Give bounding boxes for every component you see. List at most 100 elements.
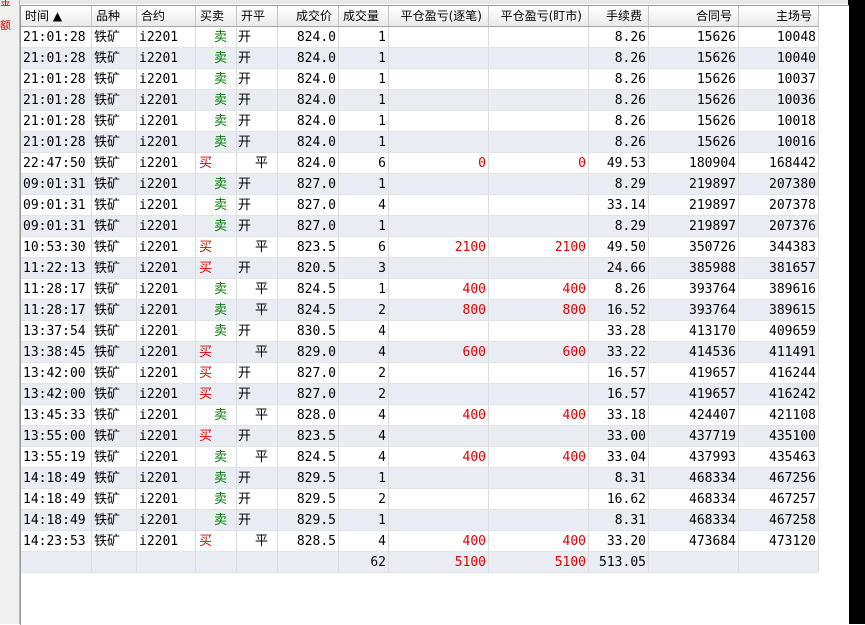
column-header-pnl-trade[interactable]: 平仓盈亏(逐笔): [389, 6, 489, 27]
column-header-contract[interactable]: 合约: [137, 6, 196, 27]
cell-time: 11:28:17: [21, 279, 92, 300]
cell-fee: 8.26: [589, 111, 649, 132]
cell-pnl-mark: 5100: [489, 552, 589, 573]
cell-qty: 2: [339, 363, 389, 384]
table-row[interactable]: 21:01:28 铁矿 i2201 卖开 824.0 1 8.26 15626 10037: [21, 69, 819, 90]
table-row[interactable]: 10:53:30 铁矿 i2201 买平 823.5 6 2100 2100 49.50 3507…: [21, 237, 819, 258]
cell-price: 829.5: [278, 489, 339, 510]
table-row[interactable]: 22:47:50 铁矿 i2201 买平 824.0 6 0 0 49.53 180904 1684…: [21, 153, 819, 174]
cell-pnl-trade: [389, 48, 489, 69]
chart-panel-edge: [848, 0, 865, 624]
table-row[interactable]: 11:22:13 铁矿 i2201 买开 820.5 3 24.66 385988 381657: [21, 258, 819, 279]
cell-fee: 16.62: [589, 489, 649, 510]
table-row[interactable]: 13:37:54 铁矿 i2201 卖开 830.5 4 33.28 413170 409659: [21, 321, 819, 342]
cell-pnl-mark: [489, 258, 589, 279]
cell-variety: 铁矿: [92, 153, 137, 174]
column-header-fee[interactable]: 手续费: [589, 6, 649, 27]
column-header-bs[interactable]: 买卖: [196, 6, 237, 27]
cell-qty: 6: [339, 153, 389, 174]
cell-venue-no: 10048: [739, 27, 819, 48]
cell-pnl-mark: 600: [489, 342, 589, 363]
table-row[interactable]: 14:18:49 铁矿 i2201 卖开 829.5 1 8.31 468334 467258: [21, 510, 819, 531]
column-header-variety[interactable]: 品种: [92, 6, 137, 27]
column-header-qty[interactable]: 成交量: [339, 6, 389, 27]
cell-variety: 铁矿: [92, 510, 137, 531]
table-row[interactable]: 13:45:33 铁矿 i2201 卖平 828.0 4 400 400 33.18 424407…: [21, 405, 819, 426]
cell-pnl-trade: [389, 90, 489, 111]
cell-oc: 开: [237, 510, 278, 531]
table-row[interactable]: 13:38:45 铁矿 i2201 买平 829.0 4 600 600 33.22 414536…: [21, 342, 819, 363]
cell-bs: 卖: [196, 48, 237, 69]
cell-pnl-mark: [489, 48, 589, 69]
column-header-venue-no[interactable]: 主场号: [739, 6, 819, 27]
table-row[interactable]: 14:18:49 铁矿 i2201 卖开 829.5 1 8.31 468334 467256: [21, 468, 819, 489]
cell-time: 14:23:53: [21, 531, 92, 552]
table-row[interactable]: 21:01:28 铁矿 i2201 卖开 824.0 1 8.26 15626 10040: [21, 48, 819, 69]
cell-time: 13:55:19: [21, 447, 92, 468]
cell-time: 11:28:17: [21, 300, 92, 321]
cell-pnl-mark: [489, 216, 589, 237]
cell-order-no: 437719: [649, 426, 739, 447]
table-row[interactable]: 14:23:53 铁矿 i2201 买平 828.5 4 400 400 33.20 473684…: [21, 531, 819, 552]
column-header-order-no[interactable]: 合同号: [649, 6, 739, 27]
table-body[interactable]: 21:01:28 铁矿 i2201 卖开 824.0 1 8.26 15626 10048 21:…: [21, 27, 819, 573]
column-header-time[interactable]: 时间 ▲: [21, 6, 92, 27]
cell-contract: i2201: [137, 27, 196, 48]
cell-bs: 买: [196, 426, 237, 447]
cell-order-no: 15626: [649, 132, 739, 153]
table-row[interactable]: 09:01:31 铁矿 i2201 卖开 827.0 1 8.29 219897 207376: [21, 216, 819, 237]
cell-contract: i2201: [137, 300, 196, 321]
left-panel-char: 额: [0, 19, 11, 32]
cell-qty: 62: [339, 552, 389, 573]
column-header-price[interactable]: 成交价: [278, 6, 339, 27]
cell-oc: 平: [237, 405, 278, 426]
cell-time: 14:18:49: [21, 468, 92, 489]
cell-pnl-trade: [389, 69, 489, 90]
cell-contract: i2201: [137, 258, 196, 279]
column-header-oc[interactable]: 开平: [237, 6, 278, 27]
table-row[interactable]: 11:28:17 铁矿 i2201 卖平 824.5 2 800 800 16.52 393764…: [21, 300, 819, 321]
totals-row[interactable]: 62 5100 5100 513.05: [21, 552, 819, 573]
table-row[interactable]: 21:01:28 铁矿 i2201 卖开 824.0 1 8.26 15626 10048: [21, 27, 819, 48]
cell-bs: 卖: [196, 69, 237, 90]
cell-oc: 平: [237, 531, 278, 552]
cell-qty: 1: [339, 69, 389, 90]
cell-oc: 开: [237, 468, 278, 489]
cell-pnl-trade: 400: [389, 405, 489, 426]
cell-fee: 16.57: [589, 384, 649, 405]
cell-oc: 开: [237, 258, 278, 279]
cell-contract: i2201: [137, 69, 196, 90]
column-header-pnl-mark[interactable]: 平仓盈亏(盯市): [489, 6, 589, 27]
cell-contract: i2201: [137, 531, 196, 552]
cell-variety: 铁矿: [92, 342, 137, 363]
cell-contract: i2201: [137, 111, 196, 132]
cell-qty: 2: [339, 489, 389, 510]
trade-records-table[interactable]: 时间 ▲ 品种 合约 买卖 开平 成交价 成交量 平仓盈亏(逐笔) 平仓盈亏(盯市) 手续费 合同号…: [20, 5, 849, 625]
cell-fee: 33.28: [589, 321, 649, 342]
table-row[interactable]: 13:42:00 铁矿 i2201 买开 827.0 2 16.57 419657 416242: [21, 384, 819, 405]
cell-contract: i2201: [137, 195, 196, 216]
cell-venue-no: 10040: [739, 48, 819, 69]
cell-bs: 卖: [196, 405, 237, 426]
table-row[interactable]: 09:01:31 铁矿 i2201 卖开 827.0 1 8.29 219897 207380: [21, 174, 819, 195]
cell-order-no: 15626: [649, 90, 739, 111]
cell-time: 13:55:00: [21, 426, 92, 447]
table-row[interactable]: 13:55:00 铁矿 i2201 买开 823.5 4 33.00 437719 435100: [21, 426, 819, 447]
table-row[interactable]: 13:42:00 铁矿 i2201 买开 827.0 2 16.57 419657 416244: [21, 363, 819, 384]
table-row[interactable]: 14:18:49 铁矿 i2201 卖开 829.5 2 16.62 468334 467257: [21, 489, 819, 510]
cell-order-no: 15626: [649, 48, 739, 69]
cell-fee: 8.31: [589, 468, 649, 489]
table-row[interactable]: 21:01:28 铁矿 i2201 卖开 824.0 1 8.26 15626 10016: [21, 132, 819, 153]
table-row[interactable]: 21:01:28 铁矿 i2201 卖开 824.0 1 8.26 15626 10018: [21, 111, 819, 132]
cell-contract: i2201: [137, 384, 196, 405]
cell-order-no: 468334: [649, 489, 739, 510]
cell-contract: [137, 552, 196, 573]
cell-bs: 卖: [196, 111, 237, 132]
table-row[interactable]: 09:01:31 铁矿 i2201 卖开 827.0 4 33.14 219897 207378: [21, 195, 819, 216]
cell-qty: 1: [339, 111, 389, 132]
table-row[interactable]: 13:55:19 铁矿 i2201 卖平 824.5 4 400 400 33.04 437993…: [21, 447, 819, 468]
table-row[interactable]: 21:01:28 铁矿 i2201 卖开 824.0 1 8.26 15626 10036: [21, 90, 819, 111]
table-row[interactable]: 11:28:17 铁矿 i2201 卖平 824.5 1 400 400 8.26 393764 3…: [21, 279, 819, 300]
cell-pnl-trade: [389, 489, 489, 510]
cell-qty: 4: [339, 405, 389, 426]
